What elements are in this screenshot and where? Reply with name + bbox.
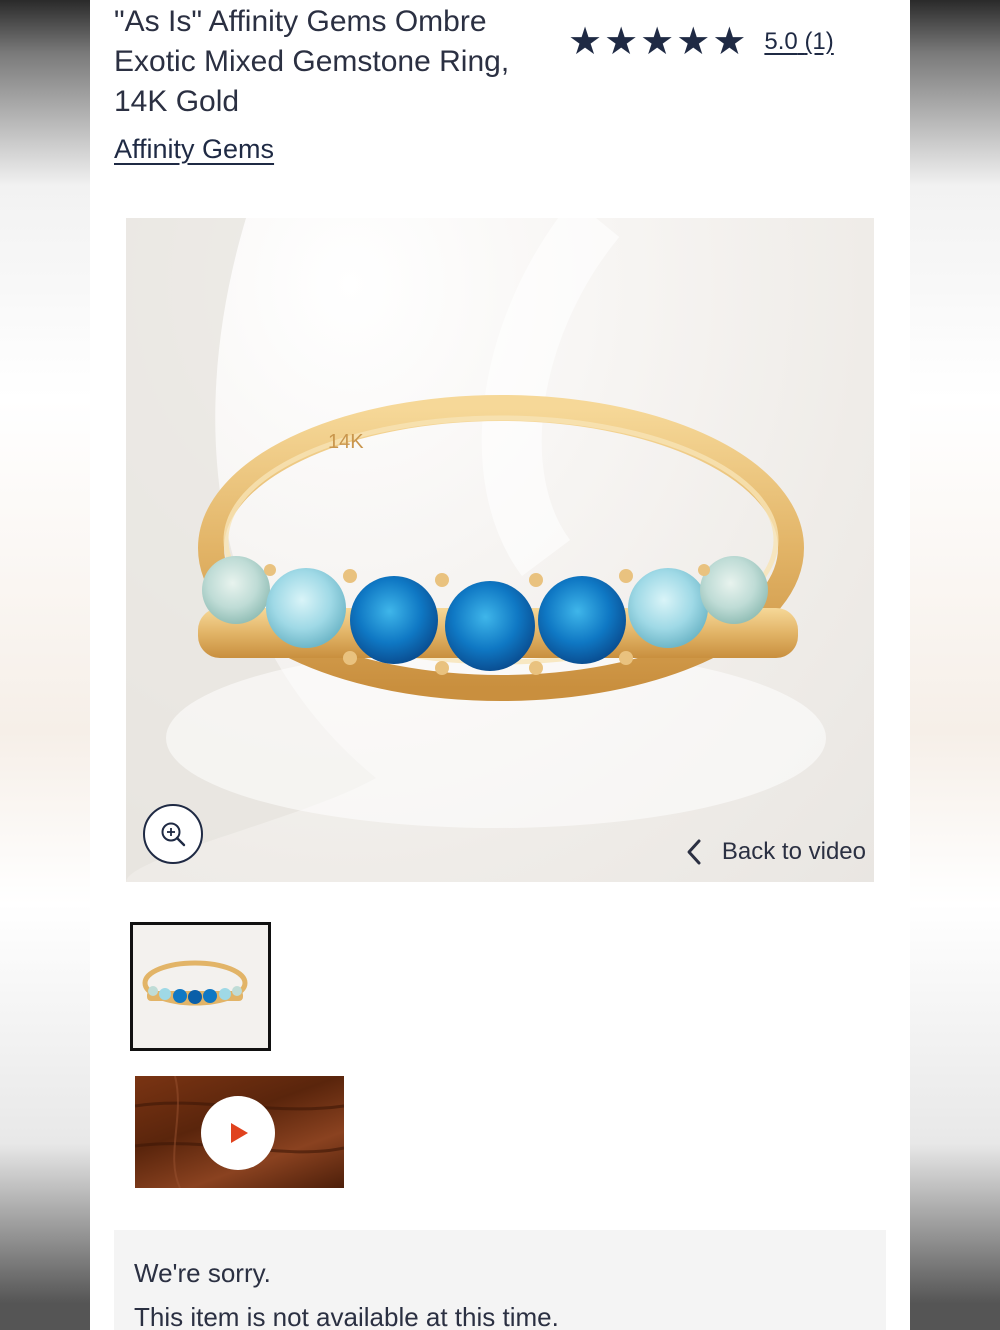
- review-count[interactable]: (1): [804, 28, 833, 55]
- rating-reviews-link[interactable]: 5.0 (1): [764, 28, 833, 56]
- video-thumbnail[interactable]: [135, 1076, 344, 1188]
- availability-notice: We're sorry. This item is not available …: [114, 1230, 886, 1330]
- rating-stars: ★ ★ ★ ★ ★: [568, 22, 746, 62]
- ring-image: 14K: [126, 218, 826, 882]
- brand-link[interactable]: Affinity Gems: [114, 134, 274, 165]
- chevron-left-icon: [687, 839, 701, 865]
- notice-message: This item is not available at this time.: [134, 1302, 559, 1330]
- product-image[interactable]: 14K Back to video: [126, 218, 874, 882]
- ring-engraving: 14K: [328, 431, 364, 453]
- background-right-blur: [910, 0, 1000, 1330]
- star-icon: ★: [604, 21, 639, 63]
- product-title: "As Is" Affinity Gems Ombre Exotic Mixed…: [114, 5, 510, 118]
- background-left-blur: [0, 0, 90, 1330]
- star-icon: ★: [676, 21, 711, 63]
- rating-value[interactable]: 5.0: [764, 28, 797, 55]
- back-to-video-button[interactable]: Back to video: [686, 838, 866, 866]
- play-icon: [231, 1123, 248, 1143]
- ring-thumbnail: [142, 960, 248, 1006]
- star-icon: ★: [712, 21, 747, 63]
- product-rating[interactable]: ★ ★ ★ ★ ★ 5.0 (1): [568, 22, 834, 62]
- zoom-button[interactable]: [143, 804, 203, 864]
- notice-heading: We're sorry.: [134, 1258, 271, 1288]
- play-button[interactable]: [201, 1096, 275, 1170]
- product-page: "As Is" Affinity Gems Ombre Exotic Mixed…: [90, 0, 910, 1330]
- zoom-in-icon: [161, 822, 186, 847]
- star-icon: ★: [640, 21, 675, 63]
- thumbnail-image[interactable]: [130, 922, 271, 1051]
- star-icon: ★: [568, 21, 603, 63]
- back-to-video-label[interactable]: Back to video: [722, 838, 866, 866]
